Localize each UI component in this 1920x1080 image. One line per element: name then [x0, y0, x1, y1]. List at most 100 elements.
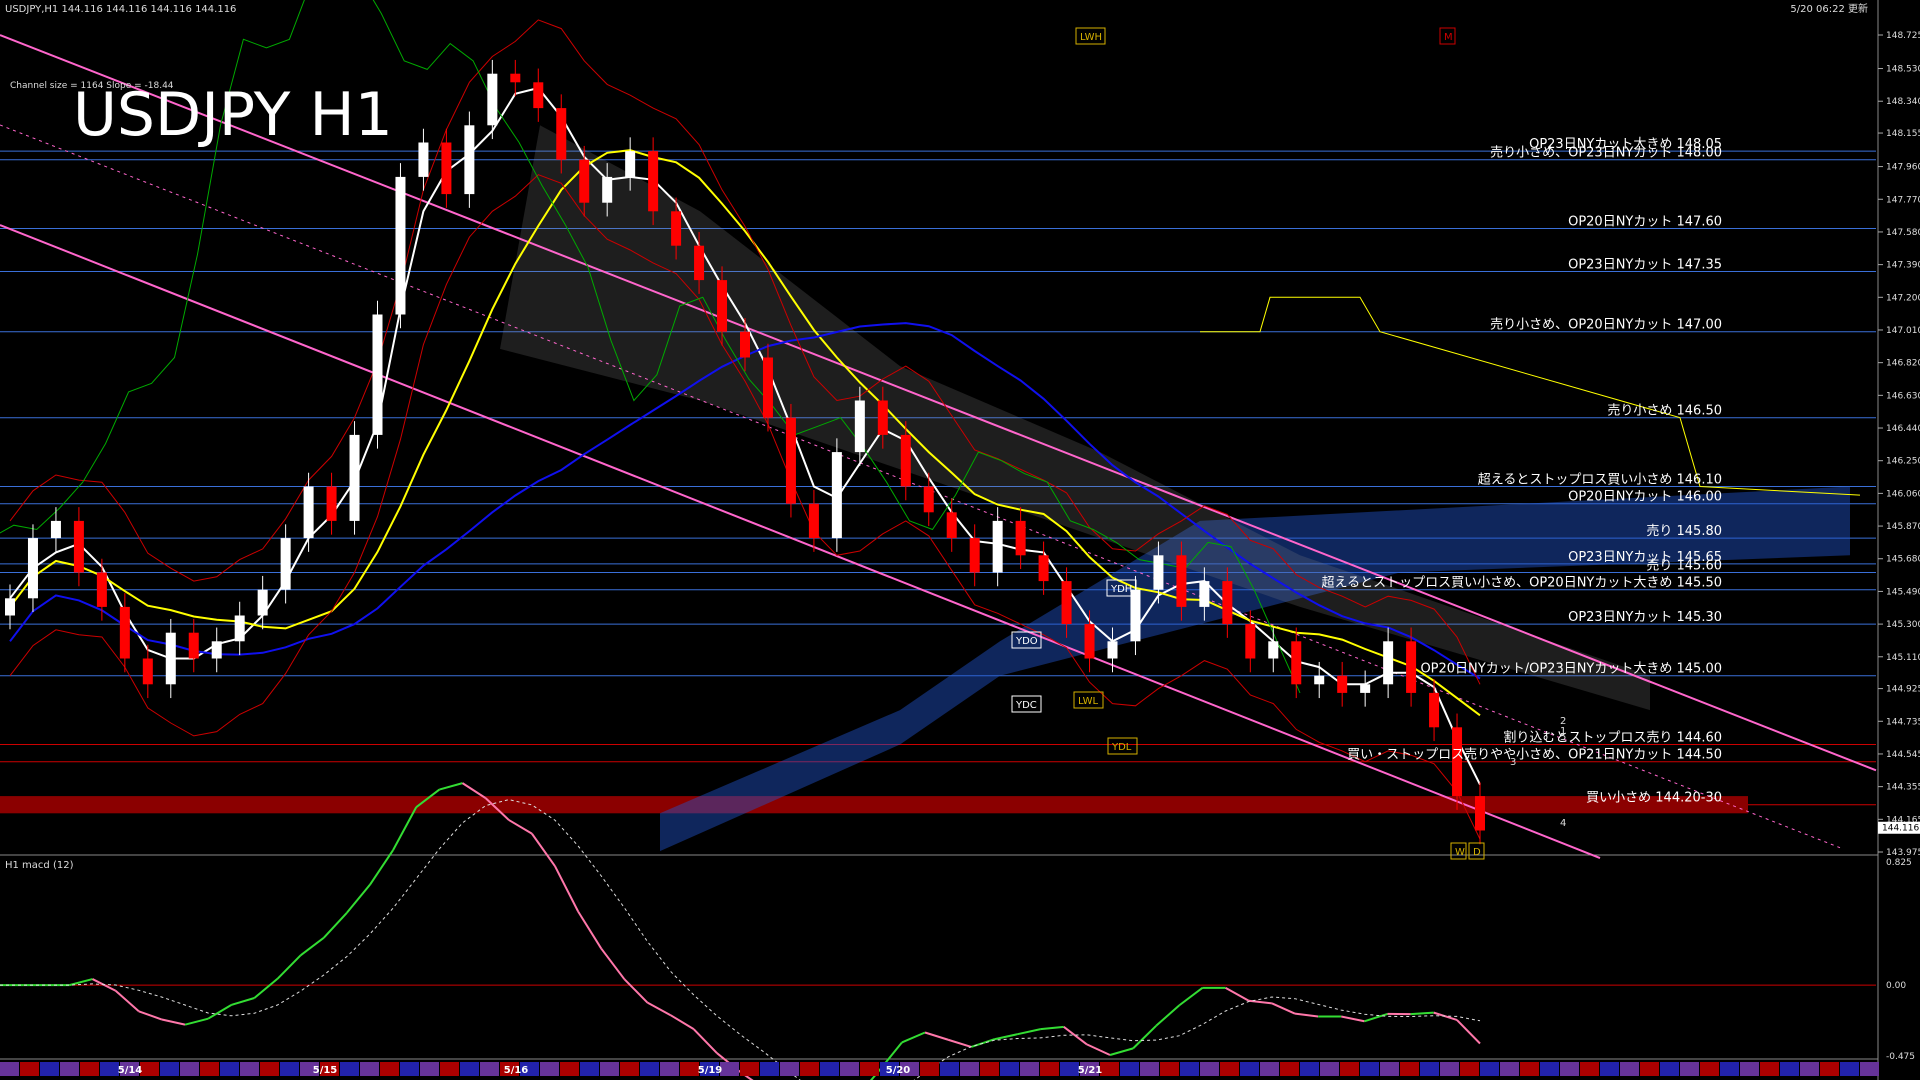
session-strip-cell [1400, 1062, 1419, 1076]
session-strip-cell [80, 1062, 99, 1076]
session-strip-cell [160, 1062, 179, 1076]
candle-body [510, 73, 521, 83]
level-label: OP23日NYカット 147.35 [1568, 258, 1722, 273]
session-strip-cell [1060, 1062, 1079, 1076]
session-strip-cell [1000, 1062, 1019, 1076]
candle-body [785, 417, 796, 504]
candle-body [96, 572, 107, 607]
macd-tick-label: -0.475 [1886, 1052, 1915, 1062]
level-label: OP23日NYカット 145.30 [1568, 610, 1722, 625]
candle-body [142, 658, 153, 685]
session-strip-cell [1740, 1062, 1759, 1076]
session-strip-cell [1840, 1062, 1859, 1076]
session-strip-cell [1640, 1062, 1659, 1076]
level-label: 売り小さめ 146.50 [1607, 403, 1722, 419]
support-zone-band [0, 796, 1748, 814]
level-label: OP20日NYカット/OP23日NYカット大きめ 145.00 [1420, 662, 1722, 677]
candle-body [1153, 555, 1164, 590]
candle-body [441, 142, 452, 195]
level-label: 割り込むとストップロス売り 144.60 [1503, 730, 1722, 746]
session-strip-cell [220, 1062, 239, 1076]
candle-body [946, 512, 957, 539]
candle-body [464, 125, 475, 195]
session-strip-cell [1240, 1062, 1259, 1076]
session-strip-cell [1360, 1062, 1379, 1076]
price-tick-label: 146.820 [1886, 359, 1920, 369]
session-strip-cell [60, 1062, 79, 1076]
level-label: 超えるとストップロス買い小さめ 146.10 [1478, 473, 1722, 488]
level-label: 買い・ストップロス売りやや小さめ、OP21日NYカット 144.50 [1347, 747, 1722, 763]
session-strip-cell [1440, 1062, 1459, 1076]
price-tick-label: 147.770 [1886, 195, 1920, 205]
candle-body [211, 641, 222, 659]
candle-body [1130, 589, 1141, 642]
session-strip-cell [1120, 1062, 1139, 1076]
candle-body [165, 632, 176, 685]
candle-body [648, 151, 659, 212]
session-strip-cell [800, 1062, 819, 1076]
candle-body [418, 142, 429, 177]
candle-body [1314, 675, 1325, 685]
candle-body [992, 520, 1003, 573]
price-chart[interactable]: OP23日NYカット大きめ 148.05売り小さめ、OP23日NYカット 148… [0, 0, 1920, 1080]
session-strip-cell [840, 1062, 859, 1076]
date-label: 5/20 [886, 1065, 911, 1076]
price-tick-label: 145.490 [1886, 587, 1920, 597]
price-tick-label: 146.440 [1886, 424, 1920, 434]
candle-body [119, 606, 130, 659]
session-strip-cell [1800, 1062, 1819, 1076]
candle-body [372, 314, 383, 435]
session-strip-cell [1280, 1062, 1299, 1076]
price-tick-label: 145.110 [1886, 653, 1920, 663]
candle-body [1360, 684, 1371, 693]
level-label: 売り 145.80 [1646, 523, 1722, 539]
marker-box-label: LWL [1078, 696, 1099, 707]
session-strip-cell [960, 1062, 979, 1076]
session-strip-cell [1300, 1062, 1319, 1076]
marker-box-label: YDO [1015, 636, 1038, 647]
price-tick-label: 146.630 [1886, 391, 1920, 401]
session-strip-cell [540, 1062, 559, 1076]
session-strip-cell [1540, 1062, 1559, 1076]
session-strip-cell [1200, 1062, 1219, 1076]
session-strip-cell [1660, 1062, 1679, 1076]
candle-body [671, 211, 682, 246]
session-strip-cell [1100, 1062, 1119, 1076]
session-strip-cell [1500, 1062, 1519, 1076]
session-strip-cell [720, 1062, 739, 1076]
price-tick-label: 144.925 [1886, 685, 1920, 695]
session-strip-cell [1020, 1062, 1039, 1076]
session-strip-cell [1700, 1062, 1719, 1076]
candle-body [1291, 641, 1302, 685]
candle-body [717, 280, 728, 332]
price-tick-label: 144.355 [1886, 783, 1920, 793]
candle-body [257, 589, 268, 616]
level-label: 売り小さめ、OP20日NYカット 147.00 [1490, 317, 1722, 333]
wave-label: 4 [1560, 818, 1566, 829]
session-strip-cell [680, 1062, 699, 1076]
price-tick-label: 145.870 [1886, 522, 1920, 532]
candle-body [27, 538, 38, 599]
candle-body [602, 176, 613, 203]
session-strip-cell [640, 1062, 659, 1076]
session-strip-cell [580, 1062, 599, 1076]
price-tick-label: 148.340 [1886, 97, 1920, 107]
date-label: 5/19 [698, 1065, 723, 1076]
session-strip-cell [1140, 1062, 1159, 1076]
session-strip-cell [1680, 1062, 1699, 1076]
level-label: OP20日NYカット 146.00 [1568, 490, 1722, 505]
support-zone [0, 796, 1748, 814]
level-label: OP20日NYカット 147.60 [1568, 215, 1722, 230]
price-tick-label: 146.250 [1886, 457, 1920, 467]
candle-body [1383, 641, 1394, 685]
candle-body [808, 503, 819, 539]
price-tick-label: 145.680 [1886, 555, 1920, 565]
update-time: 5/20 06:22 更新 [1790, 2, 1868, 15]
session-strip-cell [600, 1062, 619, 1076]
session-strip-cell [1340, 1062, 1359, 1076]
candle-body [1038, 555, 1049, 582]
session-strip-cell [200, 1062, 219, 1076]
session-strip-cell [1620, 1062, 1639, 1076]
session-strip-cell [980, 1062, 999, 1076]
candle-body [1406, 641, 1417, 693]
